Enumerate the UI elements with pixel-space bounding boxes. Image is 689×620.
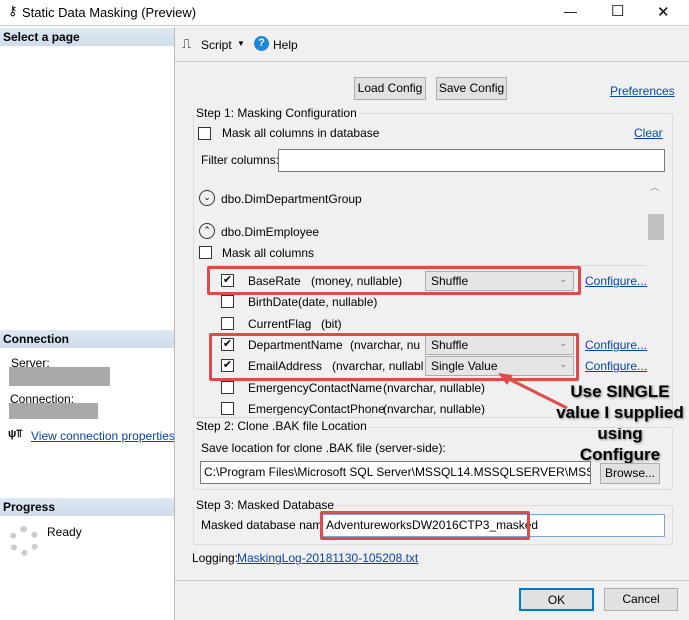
step2-title: Step 2: Clone .BAK file Location	[194, 419, 369, 433]
column-type: (nvarchar, nullable)	[383, 401, 486, 415]
filter-label: Filter columns:	[201, 153, 280, 167]
browse-button[interactable]: Browse...	[600, 463, 660, 484]
mask-all-columns-checkbox[interactable]	[199, 246, 212, 259]
preferences-link[interactable]: Preferences	[610, 84, 675, 98]
configure-link[interactable]: Configure...	[585, 338, 647, 352]
view-connection-properties-link[interactable]: View connection properties	[31, 429, 175, 443]
maximize-button[interactable]: ☐	[611, 2, 624, 20]
step3-title: Step 3: Masked Database	[194, 498, 337, 512]
mask-all-columns-label: Mask all columns	[222, 246, 315, 260]
column-name: EmergencyContactPhone	[248, 401, 385, 415]
script-icon: ⎍	[182, 36, 192, 51]
table-name: dbo.DimEmployee	[221, 225, 320, 239]
cancel-button[interactable]: Cancel	[604, 588, 678, 611]
table-name: dbo.DimDepartmentGroup	[221, 192, 362, 206]
close-button[interactable]: ✕	[657, 3, 670, 21]
save-config-button[interactable]: Save Config	[436, 77, 507, 100]
column-type: (date, nullable)	[298, 295, 378, 310]
help-icon: ?	[254, 36, 269, 51]
expand-icon[interactable]: ⌄	[199, 190, 215, 206]
annotation-line: value I supplied	[556, 403, 684, 422]
clear-link[interactable]: Clear	[634, 126, 663, 140]
step1-title: Step 1: Masking Configuration	[194, 106, 359, 120]
title-bar: ⚷ Static Data Masking (Preview) — ☐ ✕	[0, 0, 689, 26]
column-type: (nvarchar, nullable)	[383, 380, 486, 395]
load-config-button[interactable]: Load Config	[354, 77, 426, 100]
mask-all-db-label: Mask all columns in database	[222, 126, 380, 140]
toolbar: ⎍ Script ▼ ? Help	[175, 27, 689, 62]
connection-value-redacted	[9, 403, 98, 419]
logging-label: Logging:	[192, 551, 239, 565]
server-value-redacted	[9, 367, 110, 386]
scroll-thumb[interactable]	[648, 214, 664, 240]
select-page-header: Select a page	[0, 28, 174, 46]
configure-link[interactable]: Configure...	[585, 359, 647, 373]
app-icon: ⚷	[8, 3, 18, 18]
step3-label: Masked database name:	[201, 518, 333, 532]
column-checkbox[interactable]	[221, 316, 234, 330]
plug-icon: ψ⫪	[8, 428, 23, 440]
highlight-box	[207, 266, 581, 295]
column-type: (bit)	[321, 316, 342, 331]
progress-spinner-icon	[9, 526, 39, 556]
column-name: EmergencyContactName	[248, 380, 383, 395]
configure-link[interactable]: Configure...	[585, 274, 647, 288]
window-title: Static Data Masking (Preview)	[22, 5, 197, 20]
collapse-icon[interactable]: ⌃	[199, 223, 215, 239]
bak-path-input[interactable]: C:\Program Files\Microsoft SQL Server\MS…	[200, 461, 591, 484]
column-checkbox[interactable]	[221, 295, 234, 309]
script-button[interactable]: Script	[201, 38, 232, 52]
step2-label: Save location for clone .BAK file (serve…	[201, 441, 446, 455]
column-checkbox[interactable]	[221, 380, 234, 394]
help-button[interactable]: Help	[273, 38, 298, 52]
progress-header: Progress	[0, 498, 174, 516]
logging-file-link[interactable]: MaskingLog-20181130-105208.txt	[237, 551, 418, 565]
column-name: CurrentFlag	[248, 316, 312, 331]
footer-divider	[175, 580, 689, 581]
ok-button[interactable]: OK	[519, 588, 594, 611]
column-name: BirthDate	[248, 295, 299, 310]
column-checkbox[interactable]	[221, 401, 234, 415]
list-scrollbar[interactable]: ︿	[646, 178, 664, 415]
minimize-button[interactable]: —	[564, 4, 577, 19]
scroll-up-icon[interactable]: ︿	[650, 180, 659, 193]
progress-status: Ready	[47, 525, 82, 539]
highlight-box	[320, 511, 530, 540]
script-dropdown-icon[interactable]: ▼	[237, 39, 245, 48]
filter-columns-input[interactable]	[278, 149, 665, 172]
annotation-line: Use SINGLE	[570, 382, 670, 401]
mask-all-db-checkbox[interactable]	[198, 127, 211, 140]
connection-header: Connection	[0, 330, 174, 348]
